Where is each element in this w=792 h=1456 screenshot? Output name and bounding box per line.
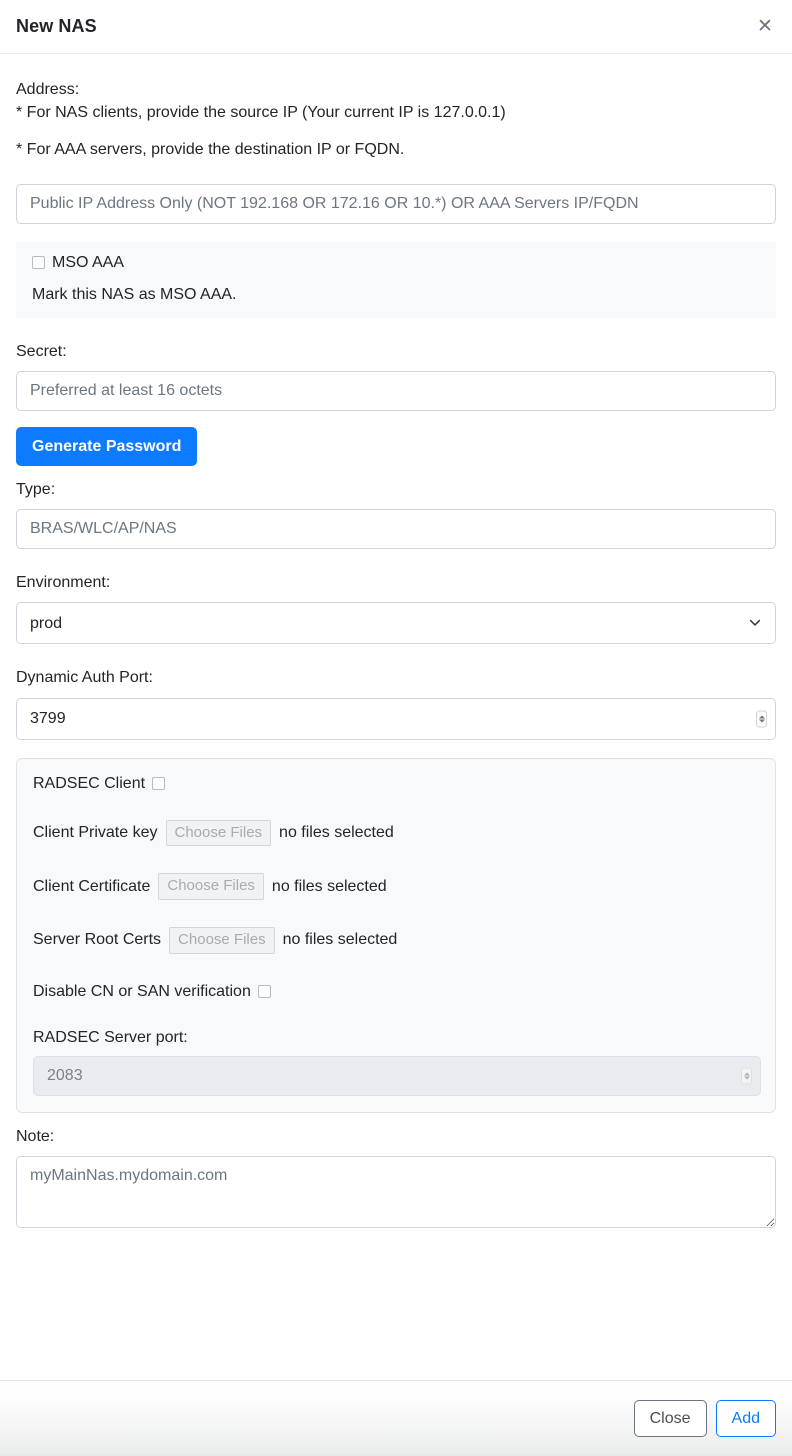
add-button[interactable]: Add bbox=[715, 1399, 776, 1438]
radsec-server-root-certs-label: Server Root Certs bbox=[33, 931, 162, 949]
radsec-client-certificate-label: Client Certificate bbox=[33, 877, 151, 895]
radsec-client-panel: RADSEC Client Client Private key Choose … bbox=[16, 757, 776, 1113]
new-nas-dialog: New NAS ✕ Address: * For NAS clients, pr… bbox=[0, 0, 792, 1456]
radsec-server-port-wrapper bbox=[33, 1055, 761, 1096]
address-input[interactable] bbox=[16, 183, 776, 224]
type-input[interactable] bbox=[16, 509, 776, 550]
dialog-footer: Close Add bbox=[0, 1380, 792, 1456]
mso-aaa-checkbox[interactable] bbox=[32, 256, 45, 270]
radsec-port-spinner-updown-icon bbox=[741, 1067, 752, 1085]
radsec-client-private-key-status: no files selected bbox=[279, 823, 394, 841]
radsec-client-certificate-status: no files selected bbox=[271, 877, 387, 895]
environment-select-wrapper: prod bbox=[16, 602, 776, 645]
environment-label: Environment: bbox=[16, 574, 111, 592]
close-icon[interactable]: ✕ bbox=[752, 14, 778, 40]
radsec-client-header: RADSEC Client bbox=[33, 775, 759, 793]
secret-input[interactable] bbox=[16, 370, 776, 411]
secret-label: Secret: bbox=[16, 342, 67, 360]
radsec-client-title: RADSEC Client bbox=[33, 774, 146, 792]
mso-aaa-description: Mark this NAS as MSO AAA. bbox=[32, 285, 237, 303]
mso-aaa-row: MSO AAA bbox=[32, 254, 760, 272]
mso-aaa-label: MSO AAA bbox=[52, 253, 125, 271]
note-label: Note: bbox=[16, 1127, 55, 1145]
type-label: Type: bbox=[16, 480, 56, 498]
radsec-client-private-key-row: Client Private key Choose Files no files… bbox=[33, 819, 759, 847]
dynamic-auth-port-input[interactable] bbox=[16, 697, 776, 740]
address-hint-nas-clients: * For NAS clients, provide the source IP… bbox=[16, 104, 506, 122]
address-label: Address: bbox=[16, 81, 80, 98]
radsec-server-port-input bbox=[33, 1055, 761, 1096]
dynamic-auth-port-wrapper bbox=[16, 697, 776, 740]
dialog-header: New NAS ✕ bbox=[0, 0, 792, 54]
address-hint-aaa-servers: * For AAA servers, provide the destinati… bbox=[16, 141, 405, 159]
dialog-body: Address: * For NAS clients, provide the … bbox=[0, 54, 792, 1380]
spinner-updown-icon[interactable] bbox=[756, 710, 767, 727]
close-button[interactable]: Close bbox=[633, 1399, 707, 1438]
disable-cn-san-row: Disable CN or SAN verification bbox=[33, 983, 759, 1001]
radsec-server-root-certs-status: no files selected bbox=[282, 931, 398, 949]
radsec-client-checkbox[interactable] bbox=[152, 777, 166, 790]
radsec-server-root-certs-choose-files-button[interactable]: Choose Files bbox=[169, 927, 275, 954]
dynamic-auth-port-label: Dynamic Auth Port: bbox=[16, 669, 153, 687]
radsec-server-port-label: RADSEC Server port: bbox=[33, 1028, 188, 1046]
disable-cn-san-label: Disable CN or SAN verification bbox=[33, 982, 251, 1000]
note-textarea[interactable] bbox=[16, 1155, 776, 1228]
radsec-client-private-key-label: Client Private key bbox=[33, 823, 158, 841]
dialog-title: New NAS bbox=[16, 16, 97, 36]
radsec-client-private-key-choose-files-button[interactable]: Choose Files bbox=[165, 819, 272, 847]
radsec-client-certificate-row: Client Certificate Choose Files no files… bbox=[33, 873, 759, 900]
environment-select[interactable]: prod bbox=[16, 602, 776, 645]
generate-password-button[interactable]: Generate Password bbox=[16, 426, 198, 466]
radsec-server-root-certs-row: Server Root Certs Choose Files no files … bbox=[33, 927, 759, 954]
mso-aaa-block: MSO AAA Mark this NAS as MSO AAA. bbox=[16, 241, 776, 318]
disable-cn-san-checkbox[interactable] bbox=[257, 985, 271, 999]
radsec-client-certificate-choose-files-button[interactable]: Choose Files bbox=[158, 873, 264, 900]
